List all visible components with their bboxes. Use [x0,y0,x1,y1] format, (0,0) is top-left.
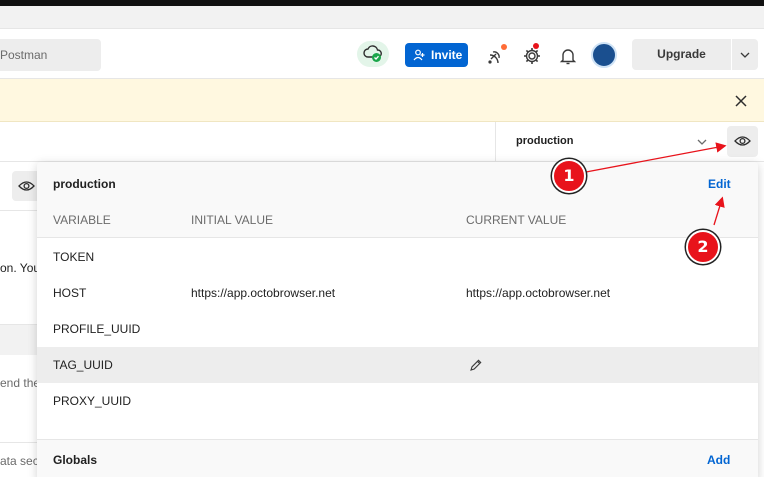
divider [0,210,40,211]
tabs-row [0,6,764,29]
background-row [0,325,40,355]
table-row[interactable]: PROXY_UUID [37,383,758,419]
environment-selector[interactable]: production [495,122,724,162]
environment-row: production [0,122,764,162]
close-icon[interactable] [734,94,748,108]
current-value: https://app.octobrowser.net [466,286,611,300]
eye-icon [734,136,751,146]
variable-name: PROFILE_UUID [53,322,141,336]
background-text: ata sec [0,454,39,468]
upgrade-button[interactable]: Upgrade [632,39,731,70]
avatar[interactable] [591,42,617,68]
edit-link[interactable]: Edit [708,177,731,191]
popover-title: production [53,177,116,191]
annotation-marker-1: 1 [552,159,586,193]
notice-banner [0,79,764,122]
sync-status-button[interactable] [357,41,389,67]
settings-alert-dot [533,43,539,49]
variable-name: PROXY_UUID [53,394,132,408]
environment-selected: production [516,135,574,147]
background-text: on. You [0,261,41,275]
invite-button[interactable]: Invite [405,43,468,67]
initial-value: https://app.octobrowser.net [191,286,336,300]
column-header-current-value: CURRENT VALUE [466,213,567,227]
chevron-down-icon [697,139,707,145]
globals-title: Globals [53,453,98,467]
table-row[interactable]: TOKEN [37,239,758,275]
globals-add-link[interactable]: Add [707,453,730,467]
table-row[interactable]: TAG_UUID [37,347,758,383]
variable-name: TAG_UUID [53,358,113,372]
column-header-initial-value: INITIAL VALUE [191,213,274,227]
gear-icon [524,48,540,64]
satellite-button[interactable] [485,43,509,67]
add-user-icon [413,49,425,61]
variable-name: HOST [53,286,87,300]
search-input[interactable]: Postman [0,39,101,71]
app-header: Postman Invite Upgrade [0,29,764,79]
notifications-button[interactable] [556,43,580,67]
settings-button[interactable] [520,43,544,67]
globals-section: Globals Add [37,439,758,477]
notification-dot [501,44,507,50]
upgrade-menu-button[interactable] [732,39,758,70]
table-row[interactable]: HOST https://app.octobrowser.net https:/… [37,275,758,311]
popover-header: production Edit VARIABLE INITIAL VALUE C… [37,162,758,238]
variable-name: TOKEN [53,250,95,264]
eye-icon [18,181,35,191]
bell-icon [559,49,577,65]
environment-quick-look-popover: production Edit VARIABLE INITIAL VALUE C… [37,162,758,477]
chevron-down-icon [740,52,750,58]
invite-label: Invite [431,48,463,62]
table-row[interactable]: PROFILE_UUID [37,311,758,347]
pencil-icon[interactable] [469,358,483,372]
column-header-variable: VARIABLE [53,213,111,227]
divider [0,442,40,443]
environment-quick-look-button[interactable] [727,126,758,157]
background-text: end the [0,376,41,390]
cloud-check-icon [363,45,382,62]
annotation-marker-2: 2 [686,230,720,264]
